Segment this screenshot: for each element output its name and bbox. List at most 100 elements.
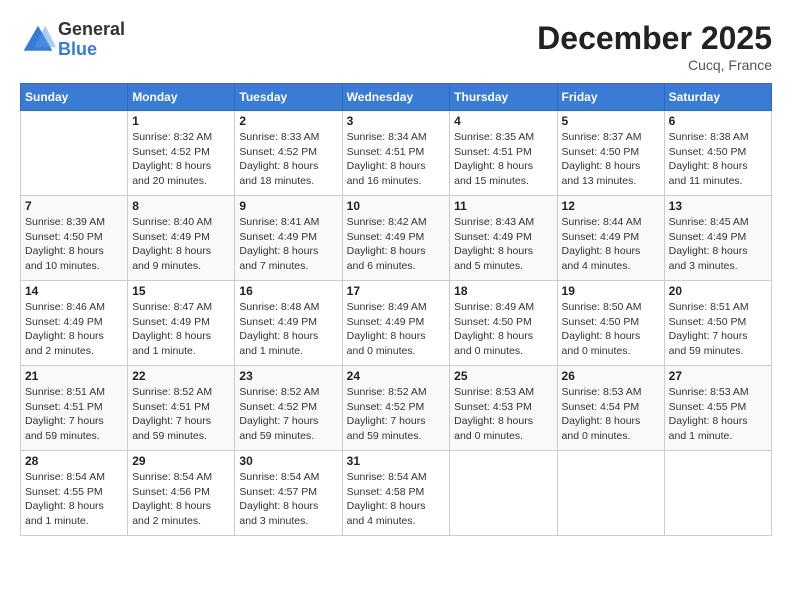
col-thursday: Thursday [450,84,557,111]
logo-text: General Blue [58,20,125,60]
col-tuesday: Tuesday [235,84,342,111]
col-wednesday: Wednesday [342,84,450,111]
calendar-cell [557,451,664,536]
calendar-header: Sunday Monday Tuesday Wednesday Thursday… [21,84,772,111]
calendar-cell: 23Sunrise: 8:52 AM Sunset: 4:52 PM Dayli… [235,366,342,451]
day-info: Sunrise: 8:43 AM Sunset: 4:49 PM Dayligh… [454,215,552,274]
day-number: 4 [454,114,552,128]
title-section: December 2025 Cucq, France [537,20,772,73]
day-number: 30 [239,454,337,468]
day-number: 14 [25,284,123,298]
calendar-cell: 7Sunrise: 8:39 AM Sunset: 4:50 PM Daylig… [21,196,128,281]
calendar-cell: 11Sunrise: 8:43 AM Sunset: 4:49 PM Dayli… [450,196,557,281]
day-info: Sunrise: 8:52 AM Sunset: 4:52 PM Dayligh… [239,385,337,444]
calendar-cell: 8 Sunrise: 8:40 AM Sunset: 4:49 PM Daylig… [128,196,235,281]
day-info: Sunrise: 8:49 AM Sunset: 4:50 PM Dayligh… [454,300,552,359]
day-info: Sunrise: 8:52 AM Sunset: 4:51 PM Dayligh… [132,385,230,444]
calendar-cell: 21 Sunrise: 8:51 AM Sunset: 4:51 PM Dayli… [21,366,128,451]
day-info: Sunrise: 8:54 AM Sunset: 4:58 PM Dayligh… [347,470,446,529]
day-info: Sunrise: 8:54 AM Sunset: 4:57 PM Dayligh… [239,470,337,529]
calendar: Sunday Monday Tuesday Wednesday Thursday… [20,83,772,536]
calendar-cell: 3 Sunrise: 8:34 AM Sunset: 4:51 PM Daylig… [342,111,450,196]
col-monday: Monday [128,84,235,111]
day-info: Sunrise: 8:35 AM Sunset: 4:51 PM Dayligh… [454,130,552,189]
day-number: 6 [669,114,767,128]
day-info: Sunrise: 8:44 AM Sunset: 4:49 PM Dayligh… [562,215,660,274]
calendar-cell: 16 Sunrise: 8:48 AM Sunset: 4:49 PM Dayli… [235,281,342,366]
week-row-2: 7Sunrise: 8:39 AM Sunset: 4:50 PM Daylig… [21,196,772,281]
calendar-cell: 14Sunrise: 8:46 AM Sunset: 4:49 PM Dayli… [21,281,128,366]
day-info: Sunrise: 8:54 AM Sunset: 4:55 PM Dayligh… [25,470,123,529]
week-row-5: 28Sunrise: 8:54 AM Sunset: 4:55 PM Dayli… [21,451,772,536]
day-number: 25 [454,369,552,383]
week-row-4: 21 Sunrise: 8:51 AM Sunset: 4:51 PM Dayli… [21,366,772,451]
calendar-cell: 2 Sunrise: 8:33 AM Sunset: 4:52 PM Daylig… [235,111,342,196]
day-number: 7 [25,199,123,213]
day-info: Sunrise: 8:48 AM Sunset: 4:49 PM Dayligh… [239,300,337,359]
calendar-cell: 17 Sunrise: 8:49 AM Sunset: 4:49 PM Dayli… [342,281,450,366]
header-row: Sunday Monday Tuesday Wednesday Thursday… [21,84,772,111]
day-info: Sunrise: 8:54 AM Sunset: 4:56 PM Dayligh… [132,470,230,529]
calendar-cell: 28Sunrise: 8:54 AM Sunset: 4:55 PM Dayli… [21,451,128,536]
logo-icon [20,22,56,58]
col-saturday: Saturday [664,84,771,111]
calendar-cell: 22 Sunrise: 8:52 AM Sunset: 4:51 PM Dayli… [128,366,235,451]
day-info: Sunrise: 8:42 AM Sunset: 4:49 PM Dayligh… [347,215,446,274]
calendar-cell: 18 Sunrise: 8:49 AM Sunset: 4:50 PM Dayli… [450,281,557,366]
calendar-cell: 12 Sunrise: 8:44 AM Sunset: 4:49 PM Dayli… [557,196,664,281]
day-number: 13 [669,199,767,213]
day-info: Sunrise: 8:47 AM Sunset: 4:49 PM Dayligh… [132,300,230,359]
calendar-cell: 31 Sunrise: 8:54 AM Sunset: 4:58 PM Dayli… [342,451,450,536]
calendar-cell: 10 Sunrise: 8:42 AM Sunset: 4:49 PM Dayli… [342,196,450,281]
day-number: 24 [347,369,446,383]
day-number: 3 [347,114,446,128]
calendar-cell: 4 Sunrise: 8:35 AM Sunset: 4:51 PM Daylig… [450,111,557,196]
day-number: 17 [347,284,446,298]
day-number: 16 [239,284,337,298]
day-number: 29 [132,454,230,468]
col-sunday: Sunday [21,84,128,111]
calendar-cell: 20Sunrise: 8:51 AM Sunset: 4:50 PM Dayli… [664,281,771,366]
day-info: Sunrise: 8:51 AM Sunset: 4:51 PM Dayligh… [25,385,123,444]
calendar-cell: 29 Sunrise: 8:54 AM Sunset: 4:56 PM Dayli… [128,451,235,536]
day-info: Sunrise: 8:52 AM Sunset: 4:52 PM Dayligh… [347,385,446,444]
page: General Blue December 2025 Cucq, France … [0,0,792,612]
day-number: 20 [669,284,767,298]
day-number: 12 [562,199,660,213]
day-number: 10 [347,199,446,213]
logo: General Blue [20,20,125,60]
calendar-cell: 6Sunrise: 8:38 AM Sunset: 4:50 PM Daylig… [664,111,771,196]
day-number: 18 [454,284,552,298]
day-info: Sunrise: 8:40 AM Sunset: 4:49 PM Dayligh… [132,215,230,274]
month-title: December 2025 [537,20,772,57]
logo-blue: Blue [58,40,125,60]
calendar-cell: 24 Sunrise: 8:52 AM Sunset: 4:52 PM Dayli… [342,366,450,451]
day-number: 21 [25,369,123,383]
calendar-cell: 9 Sunrise: 8:41 AM Sunset: 4:49 PM Daylig… [235,196,342,281]
logo-general: General [58,20,125,40]
day-info: Sunrise: 8:49 AM Sunset: 4:49 PM Dayligh… [347,300,446,359]
day-info: Sunrise: 8:53 AM Sunset: 4:53 PM Dayligh… [454,385,552,444]
day-info: Sunrise: 8:53 AM Sunset: 4:55 PM Dayligh… [669,385,767,444]
day-number: 9 [239,199,337,213]
day-info: Sunrise: 8:33 AM Sunset: 4:52 PM Dayligh… [239,130,337,189]
calendar-cell: 5 Sunrise: 8:37 AM Sunset: 4:50 PM Daylig… [557,111,664,196]
day-number: 31 [347,454,446,468]
calendar-cell: 13Sunrise: 8:45 AM Sunset: 4:49 PM Dayli… [664,196,771,281]
day-number: 2 [239,114,337,128]
day-number: 8 [132,199,230,213]
day-number: 27 [669,369,767,383]
calendar-body: 1Sunrise: 8:32 AM Sunset: 4:52 PM Daylig… [21,111,772,536]
day-number: 22 [132,369,230,383]
calendar-cell: 25 Sunrise: 8:53 AM Sunset: 4:53 PM Dayli… [450,366,557,451]
calendar-cell: 30 Sunrise: 8:54 AM Sunset: 4:57 PM Dayli… [235,451,342,536]
day-info: Sunrise: 8:34 AM Sunset: 4:51 PM Dayligh… [347,130,446,189]
day-number: 15 [132,284,230,298]
week-row-1: 1Sunrise: 8:32 AM Sunset: 4:52 PM Daylig… [21,111,772,196]
calendar-cell: 15 Sunrise: 8:47 AM Sunset: 4:49 PM Dayli… [128,281,235,366]
day-info: Sunrise: 8:41 AM Sunset: 4:49 PM Dayligh… [239,215,337,274]
day-number: 19 [562,284,660,298]
day-info: Sunrise: 8:37 AM Sunset: 4:50 PM Dayligh… [562,130,660,189]
day-number: 5 [562,114,660,128]
calendar-cell: 27 Sunrise: 8:53 AM Sunset: 4:55 PM Dayli… [664,366,771,451]
